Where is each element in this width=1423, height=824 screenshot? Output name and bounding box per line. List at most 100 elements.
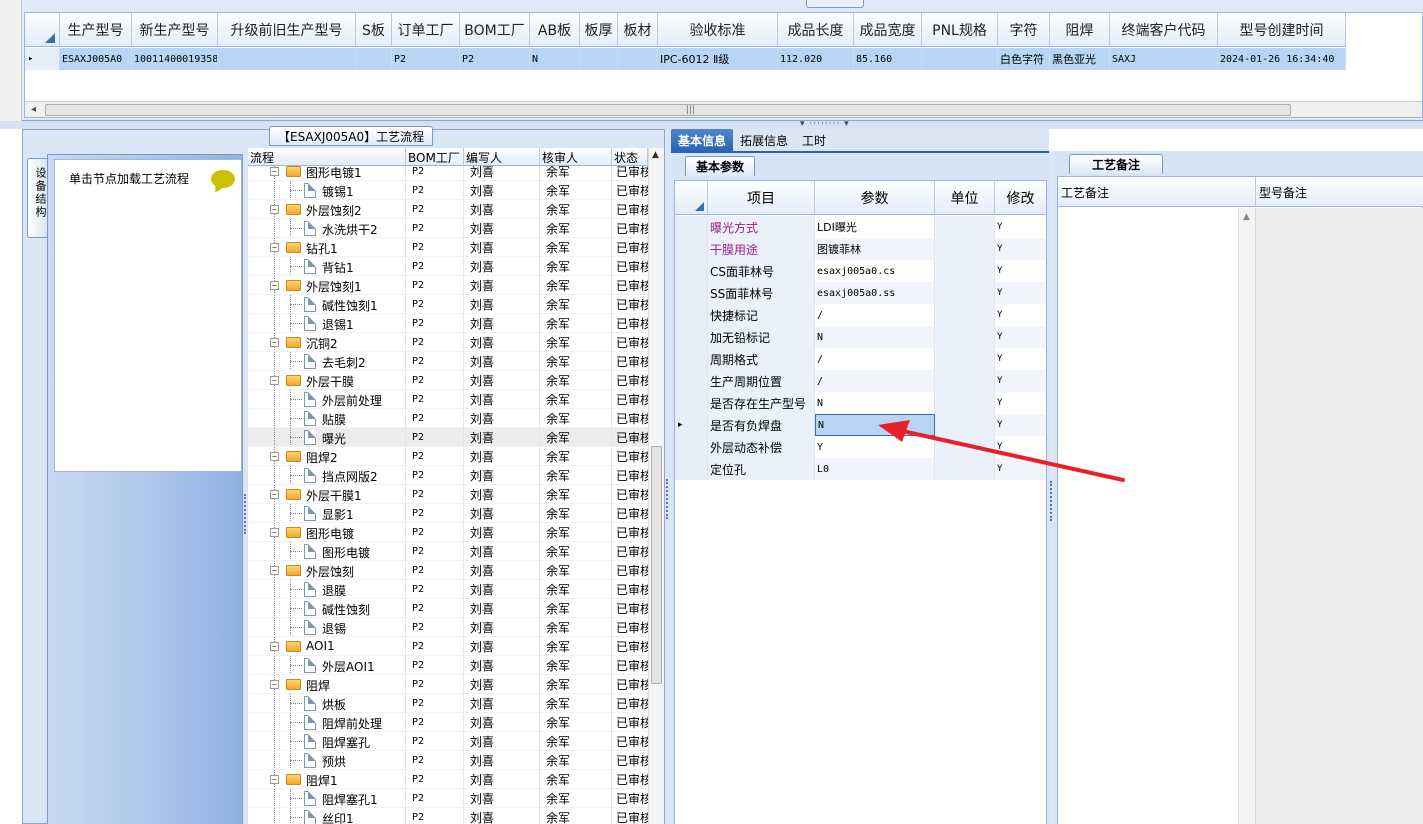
param-unit-cell[interactable]	[935, 304, 995, 326]
tree-node-cell[interactable]: 退锡1	[248, 314, 406, 332]
param-row[interactable]: 加无铅标记 N Y	[675, 326, 1046, 348]
tree-row[interactable]: − 图形电镀 P2 刘喜 余军 已审核	[248, 523, 648, 542]
param-value-cell[interactable]: /	[815, 348, 935, 370]
tree-col-header-4[interactable]: 状态	[612, 148, 648, 166]
tree-node-cell[interactable]: − 钻孔1	[248, 238, 406, 256]
tree-row[interactable]: 贴膜 P2 刘喜 余军 已审核	[248, 409, 648, 428]
col-header-15[interactable]: 终端客户代码	[1110, 13, 1218, 47]
process-remark-field[interactable]: ▲	[1058, 208, 1256, 824]
param-modify-cell[interactable]: Y	[995, 392, 1046, 414]
tree-row[interactable]: 烘板 P2 刘喜 余军 已审核	[248, 694, 648, 713]
tree-row[interactable]: 背钻1 P2 刘喜 余军 已审核	[248, 257, 648, 276]
cell-15[interactable]: SAXJ	[1110, 48, 1218, 70]
tree-node-cell[interactable]: 退锡	[248, 618, 406, 636]
tree-node-cell[interactable]: − 外层蚀刻	[248, 561, 406, 579]
param-row[interactable]: 曝光方式 LDI曝光 Y	[675, 216, 1046, 238]
tree-node-cell[interactable]: 显影1	[248, 504, 406, 522]
model-remark-field[interactable]	[1256, 208, 1423, 824]
expand-toggle-icon[interactable]: −	[270, 566, 279, 575]
tree-node-cell[interactable]: − 外层蚀刻1	[248, 276, 406, 294]
expand-toggle-icon[interactable]: −	[270, 167, 279, 176]
tree-row[interactable]: 镀锡1 P2 刘喜 余军 已审核	[248, 181, 648, 200]
tree-node-cell[interactable]: 挡点网版2	[248, 466, 406, 484]
param-unit-cell[interactable]	[935, 392, 995, 414]
param-row[interactable]: 是否存在生产型号 N Y	[675, 392, 1046, 414]
param-modify-cell[interactable]: Y	[995, 216, 1046, 238]
cell-16[interactable]: 2024-01-26 16:34:40	[1218, 48, 1346, 70]
param-unit-cell[interactable]	[935, 370, 995, 392]
col-header-9[interactable]: 验收标准	[658, 13, 778, 47]
tree-row[interactable]: 外层前处理 P2 刘喜 余军 已审核	[248, 390, 648, 409]
tree-node-cell[interactable]: 外层前处理	[248, 390, 406, 408]
expand-toggle-icon[interactable]: −	[270, 528, 279, 537]
col-header-12[interactable]: PNL规格	[922, 13, 998, 47]
grid-corner[interactable]	[675, 181, 708, 215]
cell-13[interactable]: 白色字符	[998, 48, 1050, 70]
tree-node-cell[interactable]: − 阻焊2	[248, 447, 406, 465]
col-header-3[interactable]: S板	[356, 13, 392, 47]
col-header-14[interactable]: 阻焊	[1050, 13, 1110, 47]
scroll-left-icon[interactable]: ◂	[31, 104, 36, 115]
col-header-16[interactable]: 型号创建时间	[1218, 13, 1346, 47]
expand-toggle-icon[interactable]: −	[270, 642, 279, 651]
param-modify-cell[interactable]: Y	[995, 238, 1046, 260]
tree-row[interactable]: 丝印1 P2 刘喜 余军 已审核	[248, 808, 648, 824]
header-model-remark[interactable]: 型号备注	[1256, 177, 1423, 207]
expand-toggle-icon[interactable]: −	[270, 490, 279, 499]
tree-col-header-2[interactable]: 编写人	[464, 148, 540, 166]
expand-toggle-icon[interactable]: −	[270, 338, 279, 347]
cell-2[interactable]	[218, 48, 356, 70]
param-unit-cell[interactable]	[935, 348, 995, 370]
param-unit-cell[interactable]	[935, 216, 995, 238]
param-modify-cell[interactable]: Y	[995, 326, 1046, 348]
expand-toggle-icon[interactable]: −	[270, 376, 279, 385]
cell-12[interactable]	[922, 48, 998, 70]
tree-col-header-1[interactable]: BOM工厂	[406, 148, 464, 166]
tree-node-cell[interactable]: − 阻焊1	[248, 770, 406, 788]
cell-7[interactable]	[580, 48, 618, 70]
tree-row[interactable]: 水洗烘干2 P2 刘喜 余军 已审核	[248, 219, 648, 238]
param-col-header-1[interactable]: 参数	[815, 181, 935, 215]
top-info-tab[interactable]	[806, 0, 864, 8]
param-value-cell[interactable]: /	[815, 304, 935, 326]
expand-toggle-icon[interactable]: −	[270, 775, 279, 784]
section-tab-process-remarks[interactable]: 工艺备注	[1069, 154, 1163, 174]
tree-row[interactable]: 挡点网版2 P2 刘喜 余军 已审核	[248, 466, 648, 485]
tree-row[interactable]: 退膜 P2 刘喜 余军 已审核	[248, 580, 648, 599]
expand-toggle-icon[interactable]: −	[270, 680, 279, 689]
tree-row[interactable]: 退锡 P2 刘喜 余军 已审核	[248, 618, 648, 637]
tree-node-cell[interactable]: 贴膜	[248, 409, 406, 427]
cell-8[interactable]	[618, 48, 658, 70]
remark-vertical-scrollbar[interactable]: ▲	[1238, 208, 1255, 824]
col-header-5[interactable]: BOM工厂	[460, 13, 530, 47]
tree-node-cell[interactable]: 去毛刺2	[248, 352, 406, 370]
param-value-cell[interactable]: esaxj005a0.ss	[815, 282, 935, 304]
tree-row[interactable]: − 外层蚀刻2 P2 刘喜 余军 已审核	[248, 200, 648, 219]
param-modify-cell[interactable]: Y	[995, 282, 1046, 304]
tree-row[interactable]: 显影1 P2 刘喜 余军 已审核	[248, 504, 648, 523]
tree-node-cell[interactable]: 阻焊塞孔	[248, 732, 406, 750]
tree-row[interactable]: − 钻孔1 P2 刘喜 余军 已审核	[248, 238, 648, 257]
tree-node-cell[interactable]: 预烘	[248, 751, 406, 769]
cell-10[interactable]: 112.020	[778, 48, 854, 70]
param-row[interactable]: 生产周期位置 / Y	[675, 370, 1046, 392]
tree-node-cell[interactable]: 烘板	[248, 694, 406, 712]
tree-node-cell[interactable]: − 外层干膜1	[248, 485, 406, 503]
scroll-up-icon[interactable]: ▲	[652, 150, 659, 160]
param-modify-cell[interactable]: Y	[995, 304, 1046, 326]
param-value-cell[interactable]: N	[815, 392, 935, 414]
grid-corner[interactable]	[25, 13, 60, 47]
tree-row[interactable]: − 阻焊2 P2 刘喜 余军 已审核	[248, 447, 648, 466]
param-unit-cell[interactable]	[935, 326, 995, 348]
model-grid-row[interactable]: ▸ ESAXJ005A0 10011400019358 P2 P2 N IPC-6012 …	[25, 48, 1346, 70]
tree-scrollbar-thumb[interactable]	[651, 446, 662, 684]
col-header-11[interactable]: 成品宽度	[854, 13, 922, 47]
param-modify-cell[interactable]: Y	[995, 370, 1046, 392]
tree-row[interactable]: − 阻焊 P2 刘喜 余军 已审核	[248, 675, 648, 694]
param-value-cell[interactable]: N	[815, 326, 935, 348]
col-header-4[interactable]: 订单工厂	[392, 13, 460, 47]
param-value-cell[interactable]: /	[815, 370, 935, 392]
tree-row[interactable]: 碱性蚀刻 P2 刘喜 余军 已审核	[248, 599, 648, 618]
tree-row[interactable]: 阻焊前处理 P2 刘喜 余军 已审核	[248, 713, 648, 732]
tree-vertical-scrollbar[interactable]: ▲	[648, 148, 664, 824]
